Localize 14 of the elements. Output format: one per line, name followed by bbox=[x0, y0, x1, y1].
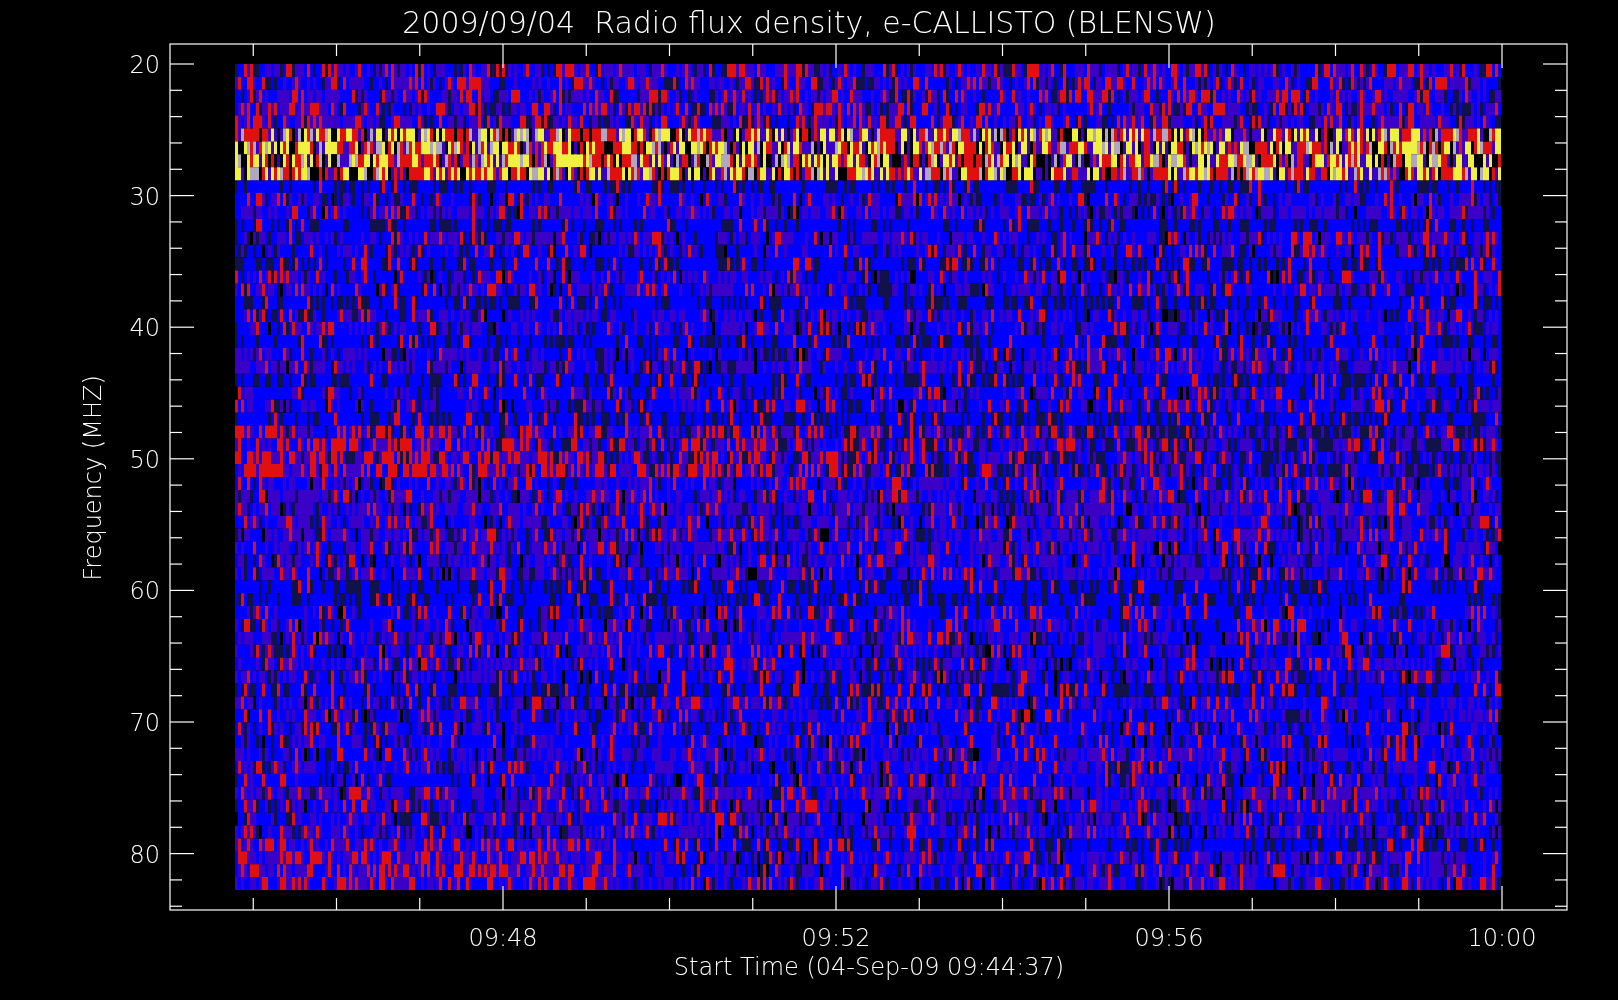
y-tick-label: 60 bbox=[129, 577, 160, 606]
x-tick-label: 09:56 bbox=[1134, 924, 1204, 952]
x-tick-label: 09:52 bbox=[801, 924, 871, 952]
x-tick-label: 10:00 bbox=[1467, 924, 1537, 952]
y-tick-label: 70 bbox=[129, 709, 160, 737]
y-axis-label: Frequency (MHZ) bbox=[79, 375, 107, 581]
y-tick-label: 50 bbox=[129, 445, 160, 474]
x-axis-label: Start Time (04-Sep-09 09:44:37) bbox=[673, 953, 1065, 981]
y-tick-label: 30 bbox=[129, 182, 160, 211]
x-tick-label: 09:48 bbox=[468, 924, 538, 952]
y-tick-label: 80 bbox=[129, 840, 160, 869]
chart-title: 2009/09/04 Radio flux density, e-CALLISTO (BLENSW) bbox=[402, 5, 1216, 40]
y-tick-label: 40 bbox=[129, 314, 160, 343]
y-tick-label: 20 bbox=[129, 51, 160, 79]
